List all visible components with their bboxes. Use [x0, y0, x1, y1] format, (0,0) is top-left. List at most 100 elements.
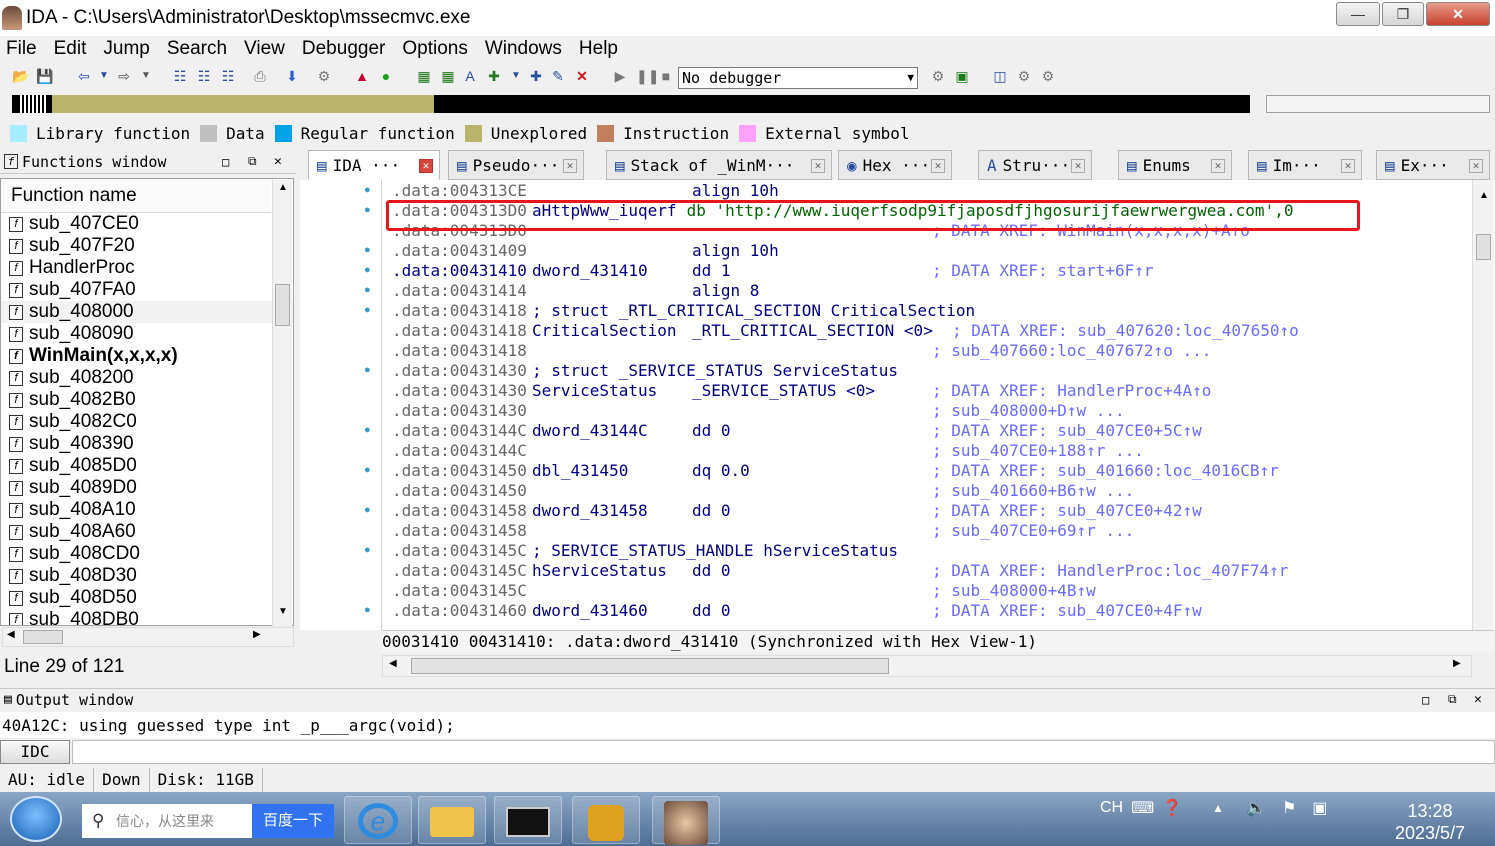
close-tab-icon[interactable]: ✕: [1071, 159, 1085, 173]
save-icon[interactable]: 💾: [36, 68, 53, 84]
tools-icon[interactable]: ⚙: [1016, 68, 1032, 84]
functions-vertical-scrollbar[interactable]: ▲ ▼: [272, 180, 292, 626]
functions-horizontal-scrollbar[interactable]: ◀ ▶: [2, 627, 294, 647]
tab-exports[interactable]: ▤ Ex··· ✕: [1376, 150, 1490, 180]
stop-icon[interactable]: ■: [658, 68, 674, 84]
file-explorer-icon[interactable]: [418, 796, 486, 844]
show-hidden-icons-icon[interactable]: ▲: [1212, 801, 1224, 815]
function-list-item[interactable]: f sub_408390: [1, 433, 293, 455]
scroll-thumb[interactable]: [1476, 234, 1491, 260]
disassembly-line[interactable]: .data:0043145C ; SERVICE_STATUS_HANDLE hS…: [392, 541, 898, 561]
options-icon[interactable]: ▣: [954, 68, 970, 84]
scroll-down-icon[interactable]: ▼: [278, 606, 288, 617]
disassembly-line[interactable]: .data:004313CE align 10h: [392, 181, 779, 201]
disassembly-line[interactable]: .data:0043145C hServiceStatus dd 0 ; DATA X…: [392, 561, 1288, 581]
pause-icon[interactable]: ❚❚: [636, 68, 659, 84]
function-list-item[interactable]: f sub_408D30: [1, 565, 293, 587]
function-list-item[interactable]: f sub_4089D0: [1, 477, 293, 499]
data-icon[interactable]: ▦: [440, 68, 456, 84]
function-list-item[interactable]: f sub_408CD0: [1, 543, 293, 565]
float-window-icon[interactable]: □: [1422, 693, 1429, 707]
disassembly-line[interactable]: .data:00431410 dword_431410 dd 1 ; DATA XRE…: [392, 261, 1154, 281]
scroll-thumb[interactable]: [411, 658, 889, 674]
close-tab-icon[interactable]: ✕: [1341, 159, 1355, 173]
minimize-button[interactable]: —: [1336, 2, 1380, 26]
close-button[interactable]: ✕: [1426, 2, 1490, 26]
disassembly-line[interactable]: .data:0043145C ; sub_408000+4B↑w: [392, 581, 1096, 601]
print-icon[interactable]: ⎙: [252, 68, 268, 84]
struct-icon[interactable]: ✚: [486, 68, 502, 84]
disassembly-line[interactable]: .data:00431418 ; struct _RTL_CRITICAL_SEC…: [392, 301, 975, 321]
command-prompt-icon[interactable]: [494, 796, 562, 844]
navigation-band-overview[interactable]: [1266, 95, 1490, 113]
run-circle-icon[interactable]: ●: [378, 68, 394, 84]
close-tab-icon[interactable]: ✕: [811, 159, 825, 173]
graph-icon[interactable]: ⚙: [316, 68, 332, 84]
disassembly-view[interactable]: ● ● ● ● ● ● ● ● ● ● ● ● .data:004313CE align 10h .dat…: [300, 180, 1495, 630]
tab-pseudocode[interactable]: ▤ Pseudo··· ✕: [448, 150, 584, 180]
clock[interactable]: 13:28 2023/5/7: [1380, 800, 1480, 844]
code-icon[interactable]: ▦: [416, 68, 432, 84]
close-tab-icon[interactable]: ✕: [563, 159, 577, 173]
function-list-item[interactable]: f sub_408A60: [1, 521, 293, 543]
menu-debugger[interactable]: Debugger: [302, 38, 385, 60]
idc-button[interactable]: IDC: [0, 740, 70, 764]
disassembly-horizontal-scrollbar[interactable]: ◀ ▶: [382, 655, 1472, 677]
disassembly-vertical-scrollbar[interactable]: ▲ ▼: [1472, 180, 1494, 630]
taskbar-search-input[interactable]: ⚲ 信心，从这里来: [82, 804, 252, 838]
function-list-item[interactable]: f sub_4082B0: [1, 389, 293, 411]
function-list-item[interactable]: f sub_4082C0: [1, 411, 293, 433]
scroll-left-icon[interactable]: ◀: [389, 658, 397, 669]
disassembly-line[interactable]: .data:00431430 ServiceStatus _SERVICE_STAT…: [392, 381, 1211, 401]
close-tab-icon[interactable]: ✕: [931, 159, 945, 173]
navigation-band[interactable]: [12, 95, 1250, 113]
menu-view[interactable]: View: [244, 38, 285, 60]
function-list-item[interactable]: f HandlerProc: [1, 257, 293, 279]
disassembly-line[interactable]: .data:0043144C dword_43144C dd 0 ; DATA XRE…: [392, 421, 1202, 441]
volume-icon[interactable]: 🔈: [1246, 798, 1266, 818]
close-tab-icon[interactable]: ✕: [1469, 159, 1483, 173]
disassembly-line[interactable]: .data:0043144C ; sub_407CE0+188↑r ...: [392, 441, 1144, 461]
function-list-item[interactable]: f WinMain(x,x,x,x): [1, 345, 293, 367]
undefine-icon[interactable]: ✕: [574, 68, 590, 84]
scroll-thumb[interactable]: [23, 630, 63, 644]
disassembly-line[interactable]: .data:00431458 ; sub_407CE0+69↑r ...: [392, 521, 1134, 541]
help-icon[interactable]: ❓: [1162, 798, 1182, 818]
menu-options[interactable]: Options: [402, 38, 467, 60]
scroll-left-icon[interactable]: ◀: [7, 629, 15, 640]
start-button[interactable]: [10, 796, 62, 842]
disassembly-line[interactable]: .data:00431430 ; sub_408000+D↑w ...: [392, 401, 1125, 421]
disassembly-line[interactable]: .data:00431458 dword_431458 dd 0 ; DATA XRE…: [392, 501, 1202, 521]
function-list-item[interactable]: f sub_408000: [1, 301, 293, 323]
tab-stack-frame[interactable]: ▤ Stack of _WinM··· ✕: [606, 150, 832, 180]
tab-imports[interactable]: ▤ Im··· ✕: [1248, 150, 1362, 180]
scroll-right-icon[interactable]: ▶: [1453, 658, 1461, 669]
menu-file[interactable]: File: [6, 38, 37, 60]
menu-jump[interactable]: Jump: [103, 38, 149, 60]
debugger-select[interactable]: No debugger ▼: [678, 67, 918, 89]
float-window-icon[interactable]: □: [222, 155, 229, 169]
function-list-item[interactable]: f sub_408090: [1, 323, 293, 345]
search-submit-button[interactable]: 百度一下: [252, 804, 334, 838]
maximize-button[interactable]: ❐: [1382, 2, 1424, 26]
enum-icon[interactable]: ✚: [528, 68, 544, 84]
internet-explorer-icon[interactable]: e: [344, 796, 412, 844]
menu-help[interactable]: Help: [579, 38, 618, 60]
forward-dropdown-icon[interactable]: ▼: [138, 68, 154, 84]
back-dropdown-icon[interactable]: ▼: [96, 68, 112, 84]
disassembly-line[interactable]: .data:00431450 ; sub_401660+B6↑w ...: [392, 481, 1134, 501]
disassembly-line[interactable]: .data:00431460 dword_431460 dd 0 ; DATA XRE…: [392, 601, 1202, 621]
open-icon[interactable]: 📂: [12, 68, 29, 84]
function-list-item[interactable]: f sub_407F20: [1, 235, 293, 257]
rename-icon[interactable]: ✎: [550, 68, 566, 84]
close-panel-icon[interactable]: ✕: [274, 154, 282, 169]
disassembly-line[interactable]: .data:00431430 ; struct _SERVICE_STATUS S…: [392, 361, 898, 381]
close-tab-icon[interactable]: ✕: [419, 159, 433, 173]
app-icon[interactable]: [572, 796, 640, 844]
menu-search[interactable]: Search: [167, 38, 227, 60]
tab-hex-view[interactable]: ◉ Hex ··· ✕: [838, 150, 952, 180]
menu-windows[interactable]: Windows: [485, 38, 562, 60]
function-name-column-header[interactable]: Function name: [1, 179, 271, 213]
scroll-right-icon[interactable]: ▶: [253, 629, 261, 640]
function-list-item[interactable]: f sub_407FA0: [1, 279, 293, 301]
